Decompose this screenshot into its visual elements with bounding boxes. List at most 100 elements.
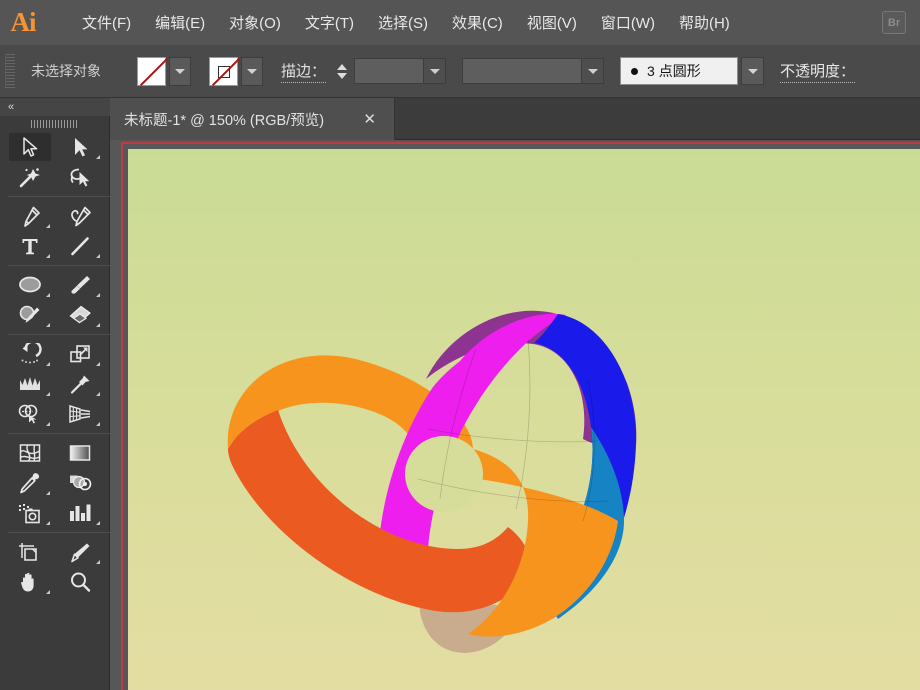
blend-icon <box>70 475 92 491</box>
free-transform-pin-icon <box>70 375 90 394</box>
stroke-profile-input[interactable] <box>462 58 583 84</box>
menu-help[interactable]: 帮助(H) <box>667 0 742 45</box>
blend-tool[interactable] <box>55 468 105 498</box>
artboard-tool[interactable] <box>5 537 55 567</box>
stroke-weight-combo <box>354 58 447 84</box>
direct-selection-tool[interactable] <box>55 132 105 162</box>
mesh-tool[interactable] <box>5 438 55 468</box>
slice-tool[interactable] <box>55 537 105 567</box>
gradient-tool[interactable] <box>55 438 105 468</box>
lasso-icon <box>70 168 90 187</box>
stroke-weight-caret-icon[interactable] <box>424 58 447 84</box>
tool-flyout-indicator-icon <box>96 155 100 159</box>
tool-flyout-indicator-icon <box>96 254 100 258</box>
pen-nib-icon <box>24 206 40 227</box>
type-tool[interactable] <box>5 231 55 261</box>
app-logo-icon: Ai <box>10 7 37 37</box>
ribbon-orange-dark <box>228 410 532 613</box>
line-segment-tool[interactable] <box>55 231 105 261</box>
artwork-3d-revolved-pinwheel[interactable] <box>128 149 920 690</box>
paintbrush-tool[interactable] <box>55 270 105 300</box>
tool-flyout-indicator-icon <box>46 521 50 525</box>
artboard[interactable] <box>128 149 920 690</box>
column-graph-tool[interactable] <box>55 498 105 528</box>
magic-wand-icon <box>19 168 40 188</box>
bridge-icon[interactable]: Br <box>882 11 906 34</box>
perspective-grid-icon <box>69 404 91 424</box>
tool-divider <box>8 433 110 434</box>
stroke-profile-caret-icon[interactable] <box>582 58 605 84</box>
menu-window[interactable]: 窗口(W) <box>589 0 667 45</box>
stroke-dropdown-caret-icon[interactable] <box>241 56 263 86</box>
stroke-weight-input[interactable] <box>354 58 425 84</box>
brush-definition-caret-icon[interactable] <box>741 57 765 85</box>
tool-flyout-indicator-icon <box>96 560 100 564</box>
symbol-sprayer-tool[interactable] <box>5 498 55 528</box>
none-slash-icon <box>139 57 169 87</box>
document-tab-title: 未标题-1* @ 150% (RGB/预览) <box>124 112 325 129</box>
tool-grid <box>0 132 110 597</box>
pen-tool[interactable] <box>5 201 55 231</box>
menu-select[interactable]: 选择(S) <box>366 0 440 45</box>
tool-flyout-indicator-icon <box>96 362 100 366</box>
perspective-grid-tool[interactable] <box>55 399 105 429</box>
document-tab[interactable]: 未标题-1* @ 150% (RGB/预览) ✕ <box>110 98 395 140</box>
control-bar-grip[interactable] <box>5 54 15 88</box>
menu-file[interactable]: 文件(F) <box>70 0 143 45</box>
tool-flyout-indicator-icon <box>46 362 50 366</box>
eraser-tool[interactable] <box>55 300 105 330</box>
free-transform-tool[interactable] <box>55 369 105 399</box>
eraser-icon <box>69 305 91 324</box>
slice-knife-icon <box>71 543 90 563</box>
stroke-swatch-group <box>209 56 263 87</box>
eyedropper-tool[interactable] <box>5 468 55 498</box>
close-icon[interactable]: ✕ <box>359 110 380 129</box>
chevron-up-icon <box>337 63 348 70</box>
fill-swatch[interactable] <box>137 56 169 87</box>
tool-panel-grip[interactable] <box>0 116 110 132</box>
control-bar: 未选择对象 描边： 3 点圆形 不透明度： <box>0 45 920 98</box>
ellipse-tool[interactable] <box>5 270 55 300</box>
tool-flyout-indicator-icon <box>46 323 50 327</box>
canvas-area[interactable] <box>110 140 920 690</box>
shape-builder-tool[interactable] <box>5 399 55 429</box>
menu-view[interactable]: 视图(V) <box>515 0 589 45</box>
scale-tool[interactable] <box>55 339 105 369</box>
direct-selection-arrow-icon <box>75 138 88 157</box>
tool-flyout-indicator-icon <box>96 392 100 396</box>
brush-definition-value: 3 点圆形 <box>647 63 701 79</box>
tool-flyout-indicator-icon <box>96 323 100 327</box>
selection-tool[interactable] <box>5 132 55 162</box>
lasso-tool[interactable] <box>55 162 105 192</box>
collapse-panel-icon[interactable]: « <box>8 101 14 113</box>
stroke-swatch[interactable] <box>209 56 241 87</box>
curvature-tool[interactable] <box>55 201 105 231</box>
fill-swatch-group <box>137 56 191 87</box>
tool-divider <box>8 265 110 266</box>
magnifier-icon <box>71 572 91 592</box>
menu-edit[interactable]: 编辑(E) <box>143 0 217 45</box>
fill-dropdown-caret-icon[interactable] <box>169 56 191 86</box>
tool-flyout-indicator-icon <box>46 590 50 594</box>
width-tool[interactable] <box>5 369 55 399</box>
menu-object[interactable]: 对象(O) <box>217 0 293 45</box>
mesh-icon <box>19 444 41 462</box>
tool-panel-header[interactable]: « <box>0 98 110 116</box>
shaper-tool[interactable] <box>5 300 55 330</box>
eyedropper-icon <box>20 473 40 494</box>
brush-definition-select[interactable]: 3 点圆形 <box>620 57 739 85</box>
rotate-tool[interactable] <box>5 339 55 369</box>
stroke-weight-stepper[interactable] <box>334 56 351 86</box>
menu-type[interactable]: 文字(T) <box>293 0 366 45</box>
hand-tool[interactable] <box>5 567 55 597</box>
paintbrush-icon <box>71 276 90 294</box>
stroke-weight-label[interactable]: 描边： <box>281 60 327 83</box>
magic-wand-tool[interactable] <box>5 162 55 192</box>
ellipse-icon <box>19 276 41 293</box>
type-T-icon <box>22 239 38 255</box>
shape-builder-icon <box>18 404 38 424</box>
opacity-label[interactable]: 不透明度： <box>780 60 856 83</box>
menu-effect[interactable]: 效果(C) <box>440 0 515 45</box>
gradient-icon <box>69 445 91 461</box>
zoom-tool[interactable] <box>55 567 105 597</box>
